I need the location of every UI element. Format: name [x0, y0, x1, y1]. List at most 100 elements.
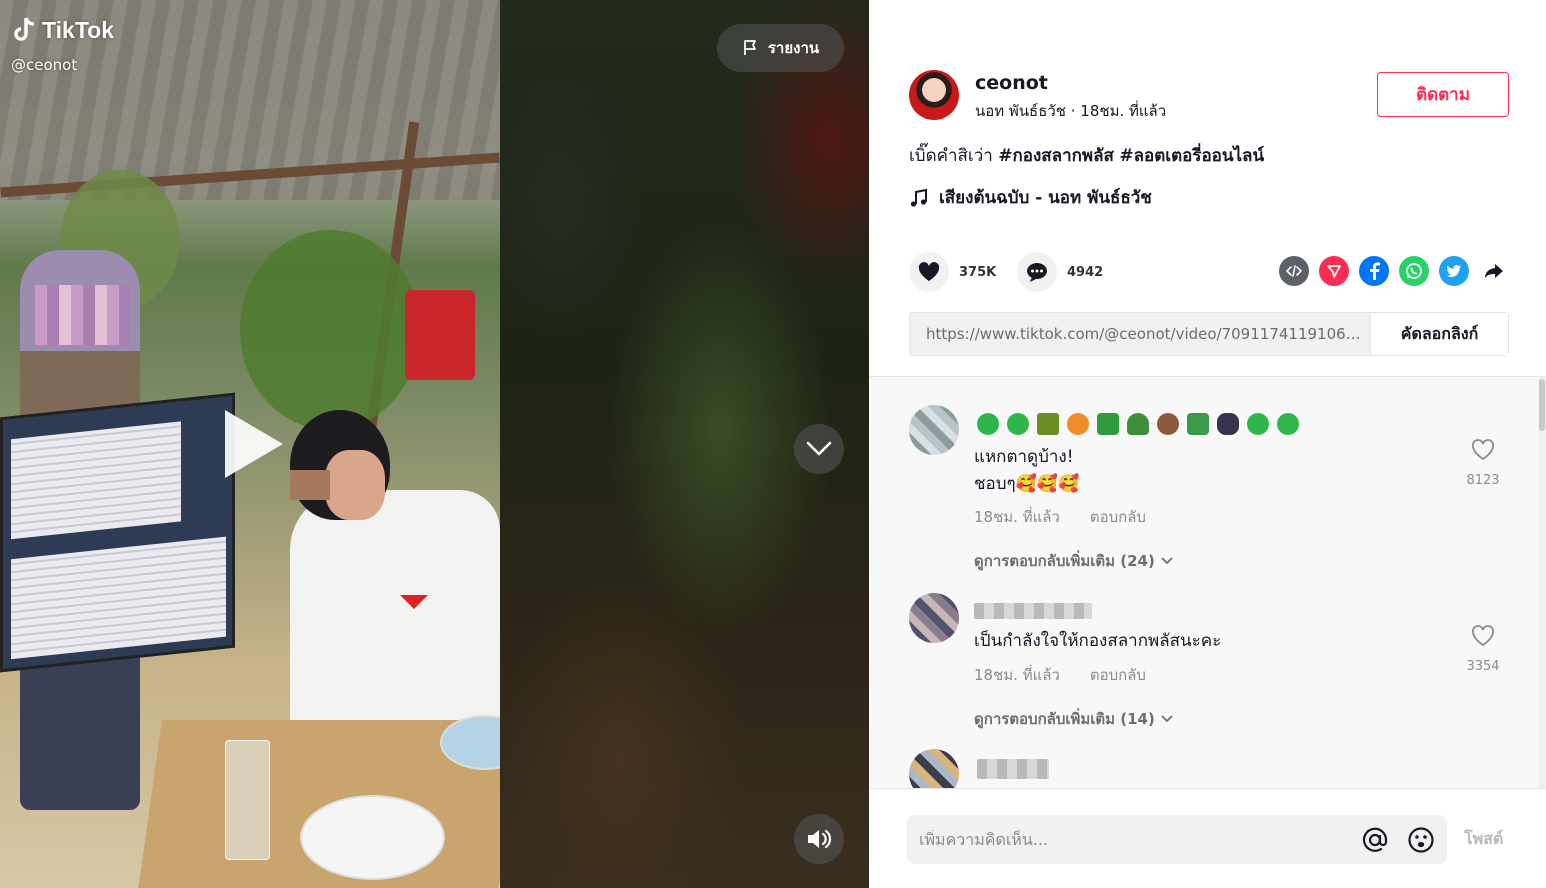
share-link-box: https://www.tiktok.com/@ceonot/video/709…: [909, 312, 1509, 356]
video-censor-face: [35, 285, 130, 345]
green-heart-icon: [1247, 413, 1269, 435]
more-share-button[interactable]: [1479, 256, 1509, 286]
send-icon: [1327, 265, 1341, 278]
dragon-icon: [1097, 413, 1119, 435]
comment-stat[interactable]: 4942: [1017, 252, 1103, 292]
heart-outline-icon[interactable]: [1471, 439, 1495, 461]
comment-meta: 18ชม. ที่แล้ว ตอบกลับ: [974, 505, 1146, 529]
comment-bubble-icon: [1027, 263, 1047, 282]
author-display-name[interactable]: นอท พันธ์ธวัช: [975, 102, 1066, 120]
commenter-name-blurred[interactable]: [977, 759, 1049, 779]
comments-section[interactable]: แหกตาดูบ้าง! ชอบๆ🥰🥰🥰 18ชม. ที่แล้ว ตอบกล…: [869, 376, 1546, 788]
lizard-icon: [1187, 413, 1209, 435]
commenter-avatar[interactable]: [909, 405, 959, 455]
otter-icon: [1157, 413, 1179, 435]
commenter-name-emoji[interactable]: [977, 413, 1299, 435]
comment-like[interactable]: 8123: [1458, 439, 1508, 488]
palm-tree-icon: [1037, 413, 1059, 435]
flag-icon: [743, 40, 756, 55]
post-time: 18ชม. ที่แล้ว: [1080, 102, 1167, 120]
heart-icon: [918, 262, 940, 281]
embed-icon: [1286, 265, 1302, 277]
comment-like[interactable]: 3354: [1458, 625, 1508, 674]
copy-link-button[interactable]: คัดลอกลิงก์: [1370, 313, 1508, 355]
like-stat[interactable]: 375K: [909, 252, 996, 292]
comment-like-count: 3354: [1466, 659, 1500, 674]
watermark-username: @ceonot: [11, 56, 78, 74]
share-arrow-icon: [1485, 264, 1503, 278]
green-heart-icon: [1007, 413, 1029, 435]
like-button[interactable]: [909, 252, 949, 292]
comment-button[interactable]: [1017, 252, 1057, 292]
green-heart-icon: [977, 413, 999, 435]
facebook-icon: [1370, 262, 1380, 280]
green-heart-icon: [1277, 413, 1299, 435]
view-more-label: ดูการตอบกลับเพิ่มเติม (14): [974, 710, 1155, 728]
music-title: เสียงต้นฉบับ - นอท พันธ์ธวัช: [939, 188, 1152, 208]
video-scene-umbrella: [405, 290, 475, 380]
twitter-icon: [1446, 265, 1461, 277]
view-more-replies[interactable]: ดูการตอบกลับเพิ่มเติม (14): [974, 707, 1173, 731]
comment-composer: โพสต์: [869, 788, 1546, 888]
comment-input[interactable]: [919, 830, 1361, 849]
share-link-text[interactable]: https://www.tiktok.com/@ceonot/video/709…: [910, 325, 1370, 343]
whatsapp-icon: [1406, 263, 1422, 279]
comment-like-count: 8123: [1466, 473, 1500, 488]
post-caption: เบิ๊ดคำสิเว่า #กองสลากพลัส #ลอตเตอรี่ออน…: [909, 142, 1264, 169]
twitter-share-button[interactable]: [1439, 256, 1469, 286]
author-username[interactable]: ceonot: [975, 72, 1048, 94]
tiktok-brand-text: TikTok: [42, 16, 114, 43]
author-avatar[interactable]: [909, 70, 959, 120]
music-note-icon: [910, 188, 927, 207]
volume-icon: [808, 829, 832, 849]
volume-button[interactable]: [794, 814, 844, 864]
video-scene-plate: [300, 795, 445, 880]
embed-share-button[interactable]: [1279, 256, 1309, 286]
post-comment-button[interactable]: โพสต์: [1464, 827, 1503, 852]
tiktok-logo-icon: [14, 17, 35, 41]
report-button[interactable]: รายงาน: [717, 24, 844, 72]
facebook-share-button[interactable]: [1359, 256, 1389, 286]
commenter-name-blurred[interactable]: [974, 603, 1092, 619]
video-person-customer: [270, 400, 500, 740]
comments-scrollbar[interactable]: [1538, 377, 1546, 788]
author-subline: นอท พันธ์ธวัช · 18ชม. ที่แล้ว: [975, 99, 1166, 123]
play-icon[interactable]: [225, 410, 283, 478]
scrollbar-thumb[interactable]: [1539, 379, 1545, 431]
hashtag-link[interactable]: #ลอตเตอรี่ออนไลน์: [1119, 146, 1264, 166]
chevron-down-icon: [1161, 715, 1173, 723]
comment-text: แหกตาดูบ้าง!: [974, 447, 1074, 467]
hashtag-link[interactable]: #กองสลากพลัส: [998, 146, 1114, 166]
mention-at-icon[interactable]: [1361, 826, 1389, 854]
video-scene-glass: [225, 740, 270, 860]
tangerine-icon: [1067, 413, 1089, 435]
chevron-down-icon: [806, 441, 832, 456]
comment-text: ชอบๆ🥰🥰🥰: [974, 474, 1080, 494]
comment-meta: 18ชม. ที่แล้ว ตอบกลับ: [974, 663, 1146, 687]
commenter-avatar[interactable]: [909, 749, 959, 788]
music-link[interactable]: เสียงต้นฉบับ - นอท พันธ์ธวัช: [909, 184, 1152, 211]
video-player[interactable]: TikTok @ceonot: [0, 0, 500, 888]
reply-button[interactable]: ตอบกลับ: [1090, 663, 1146, 687]
tiktok-watermark: TikTok: [12, 16, 114, 44]
video-censor-face: [290, 470, 330, 500]
video-stage: TikTok @ceonot รายงาน: [0, 0, 869, 888]
chevron-down-icon: [1161, 557, 1173, 565]
next-video-button[interactable]: [794, 424, 844, 474]
turtle-icon: [1127, 413, 1149, 435]
comment-input-container[interactable]: [907, 815, 1447, 864]
commenter-avatar[interactable]: [909, 593, 959, 643]
send-share-button[interactable]: [1319, 256, 1349, 286]
reply-button[interactable]: ตอบกลับ: [1090, 505, 1146, 529]
whatsapp-share-button[interactable]: [1399, 256, 1429, 286]
view-more-replies[interactable]: ดูการตอบกลับเพิ่มเติม (24): [974, 549, 1173, 573]
caption-text: เบิ๊ดคำสิเว่า: [909, 146, 999, 166]
follow-button[interactable]: ติดตาม: [1377, 72, 1509, 117]
ant-icon: [1217, 413, 1239, 435]
subline-separator: ·: [1065, 102, 1081, 120]
comment-text: เป็นกำลังใจให้กองสลากพลัสนะคะ: [974, 631, 1222, 651]
comment-time: 18ชม. ที่แล้ว: [974, 666, 1060, 684]
like-count: 375K: [959, 264, 997, 280]
emoji-icon[interactable]: [1407, 826, 1435, 854]
heart-outline-icon[interactable]: [1471, 625, 1495, 647]
